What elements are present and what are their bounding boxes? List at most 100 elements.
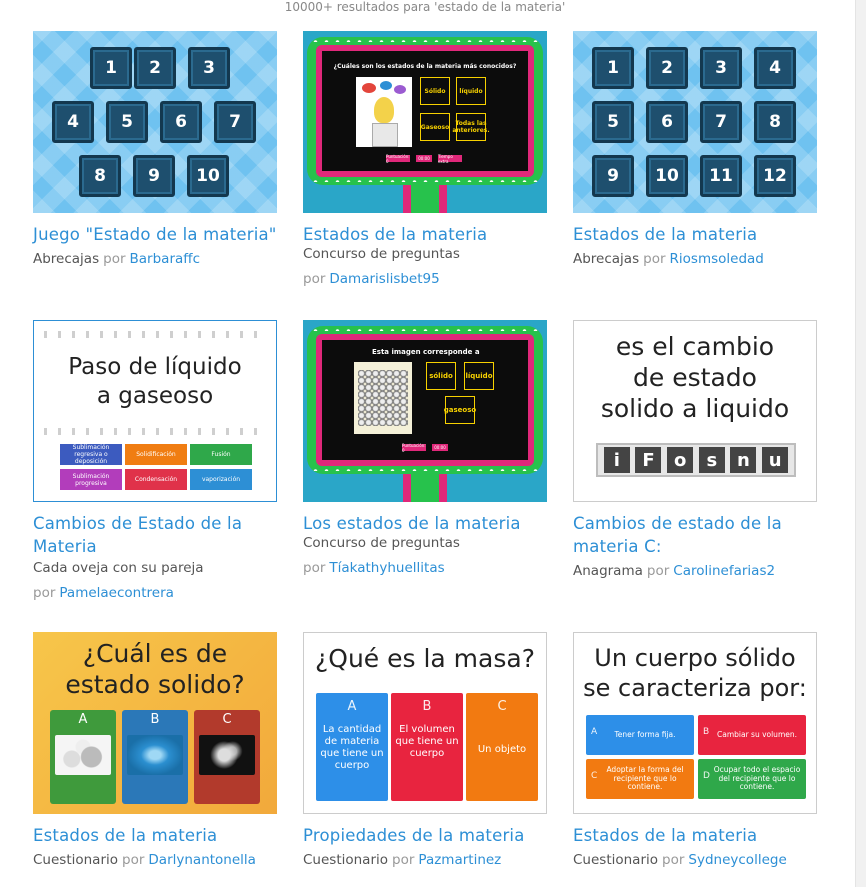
heading-line: Un cuerpo sólido	[594, 644, 796, 672]
card-title[interactable]: Cambios de Estado de la Materia	[33, 512, 277, 558]
quiz-question: ¿Cuáles son los estados de la materia má…	[333, 63, 517, 70]
answer-card: A Tener forma fija.	[586, 715, 694, 755]
heading-line: Paso de líquido	[68, 354, 242, 380]
box-tile: 1	[90, 47, 132, 89]
thumbnail[interactable]: 1 2 3 4 5 6 7 8 9 10 11 12	[573, 31, 817, 213]
by-label: por	[103, 251, 126, 267]
answer-text: Cambiar su volumen.	[716, 729, 797, 739]
box-tile: 2	[134, 47, 176, 89]
author-link[interactable]: Barbaraffc	[130, 251, 200, 267]
card-title[interactable]: Juego "Estado de la materia"	[33, 223, 277, 246]
thumbnail[interactable]: ¿Cuál es de estado solido? A B C	[33, 632, 277, 814]
option-label: Gaseoso	[420, 123, 450, 131]
card-title[interactable]: Estados de la materia	[33, 824, 277, 847]
thumbnail[interactable]: ¿Qué es la masa? A La cantidad de materi…	[303, 632, 547, 814]
scrollbar[interactable]	[855, 0, 866, 887]
card-title[interactable]: Estados de la materia	[573, 223, 817, 246]
thumbnail[interactable]: 1 2 3 4 5 6 7 8 9 10	[33, 31, 277, 213]
result-card[interactable]: 1 2 3 4 5 6 7 8 9 10 Juego "Estado de la…	[33, 31, 277, 270]
thumbnail[interactable]: es el cambio de estado solido a liquido …	[573, 320, 817, 502]
molecule-cube-image	[354, 362, 412, 434]
letter-tile[interactable]: s	[698, 447, 725, 473]
result-card[interactable]: ¿Qué es la masa? A La cantidad de materi…	[303, 632, 547, 871]
answer-text: Adoptar la forma del recipiente que lo c…	[606, 765, 684, 792]
activity-type: Abrecajas	[573, 251, 640, 267]
card-title[interactable]: Estados de la materia	[573, 824, 817, 847]
answer-text: Tener forma fija.	[614, 729, 676, 739]
author-link[interactable]: Tíakathyhuellitas	[329, 560, 444, 576]
activity-type: Abrecajas	[33, 251, 100, 267]
heading-line: a gaseoso	[96, 383, 214, 409]
letter-tile[interactable]: n	[730, 447, 757, 473]
result-card[interactable]: Un cuerpo sólido se caracteriza por: A T…	[573, 632, 817, 871]
answer-letter: A	[591, 727, 598, 737]
letter-tile[interactable]: o	[667, 447, 694, 473]
box-tile: 8	[754, 101, 796, 143]
option-label: gaseoso	[443, 406, 477, 414]
author-link[interactable]: Darlynantonella	[148, 852, 256, 868]
thumbnail[interactable]: Paso de líquido a gaseoso Sublimación re…	[33, 320, 277, 502]
answer-card: B El volumen que tiene un cuerpo	[391, 693, 463, 801]
answer-card: C	[194, 710, 260, 804]
activity-type: Cada oveja con su pareja	[33, 560, 204, 576]
answer-letter: B	[703, 727, 710, 737]
result-card[interactable]: es el cambio de estado solido a liquido …	[573, 320, 817, 582]
result-card[interactable]: ¿Cuál es de estado solido? A B C Estados…	[33, 632, 277, 871]
author-link[interactable]: Pazmartinez	[418, 852, 501, 868]
box-tile: 9	[592, 155, 634, 197]
water-image	[127, 735, 183, 775]
answer-letter: A	[78, 712, 88, 727]
box-tile: 9	[133, 155, 175, 197]
activity-type: Concurso de preguntas	[303, 535, 460, 551]
letter-tray: i F o s n u	[596, 443, 796, 477]
heading-line: es el cambio	[615, 332, 775, 361]
results-count: 10000+ resultados para 'estado de la mat…	[284, 0, 566, 14]
answer-letter: B	[150, 712, 160, 727]
thumbnail[interactable]: ¿Cuáles son los estados de la materia má…	[303, 31, 547, 213]
author-link[interactable]: Carolinefarias2	[673, 563, 775, 579]
answer-text: El volumen que tiene un cuerpo	[395, 724, 459, 759]
author-link[interactable]: Pamelaecontrera	[59, 585, 174, 601]
answer-text: La cantidad de materia que tiene un cuer…	[320, 724, 384, 771]
card-title[interactable]: Estados de la materia	[303, 223, 547, 246]
activity-type: Cuestionario	[33, 852, 119, 868]
card-title[interactable]: Propiedades de la materia	[303, 824, 547, 847]
box-tile: 4	[754, 47, 796, 89]
thumbnail[interactable]: Esta imagen corresponde a sólido líquido…	[303, 320, 547, 502]
answer-card: B Cambiar su volumen.	[698, 715, 806, 755]
letter-tile[interactable]: F	[635, 447, 662, 473]
answer-letter: C	[497, 699, 507, 714]
box-tile: 5	[592, 101, 634, 143]
quizshow-frame: Esta imagen corresponde a sólido líquido…	[307, 326, 543, 474]
heading-line: de estado	[633, 363, 757, 392]
box-tile: 5	[106, 101, 148, 143]
author-link[interactable]: Sydneycollege	[688, 852, 786, 868]
author-link[interactable]: Damarislisbet95	[329, 271, 439, 287]
card-title[interactable]: Los estados de la materia	[303, 512, 547, 535]
answer-text: Un objeto	[477, 744, 527, 755]
result-card[interactable]: ¿Cuáles son los estados de la materia má…	[303, 31, 547, 290]
thumbnail[interactable]: Un cuerpo sólido se caracteriza por: A T…	[573, 632, 817, 814]
answer-letter: C	[591, 771, 598, 781]
activity-type: Concurso de preguntas	[303, 246, 460, 262]
quizshow-stand	[403, 470, 447, 502]
result-card[interactable]: Paso de líquido a gaseoso Sublimación re…	[33, 320, 277, 604]
result-card[interactable]: Esta imagen corresponde a sólido líquido…	[303, 320, 547, 579]
answer-card: A La cantidad de materia que tiene un cu…	[316, 693, 388, 801]
answer-tile: Sublimación progresiva	[60, 469, 122, 490]
letter-tile[interactable]: u	[762, 447, 789, 473]
result-card[interactable]: 1 2 3 4 5 6 7 8 9 10 11 12 Estados de la…	[573, 31, 817, 270]
author-link[interactable]: Riosmsoledad	[670, 251, 764, 267]
smoke-image	[199, 735, 255, 775]
score-pill: Puntuación: 0	[402, 442, 426, 453]
card-title[interactable]: Cambios de estado de la materia C:	[573, 512, 817, 558]
heading-line: estado solido?	[65, 670, 245, 699]
activity-type: Anagrama	[573, 563, 643, 579]
score-pill: Puntuación: 0	[386, 153, 410, 164]
by-label: por	[33, 585, 56, 601]
quizshow-frame: ¿Cuáles son los estados de la materia má…	[307, 37, 543, 185]
stones-image	[55, 735, 111, 775]
answer-tile: Solidificación	[125, 444, 187, 465]
letter-tile[interactable]: i	[603, 447, 630, 473]
box-tile: 4	[52, 101, 94, 143]
